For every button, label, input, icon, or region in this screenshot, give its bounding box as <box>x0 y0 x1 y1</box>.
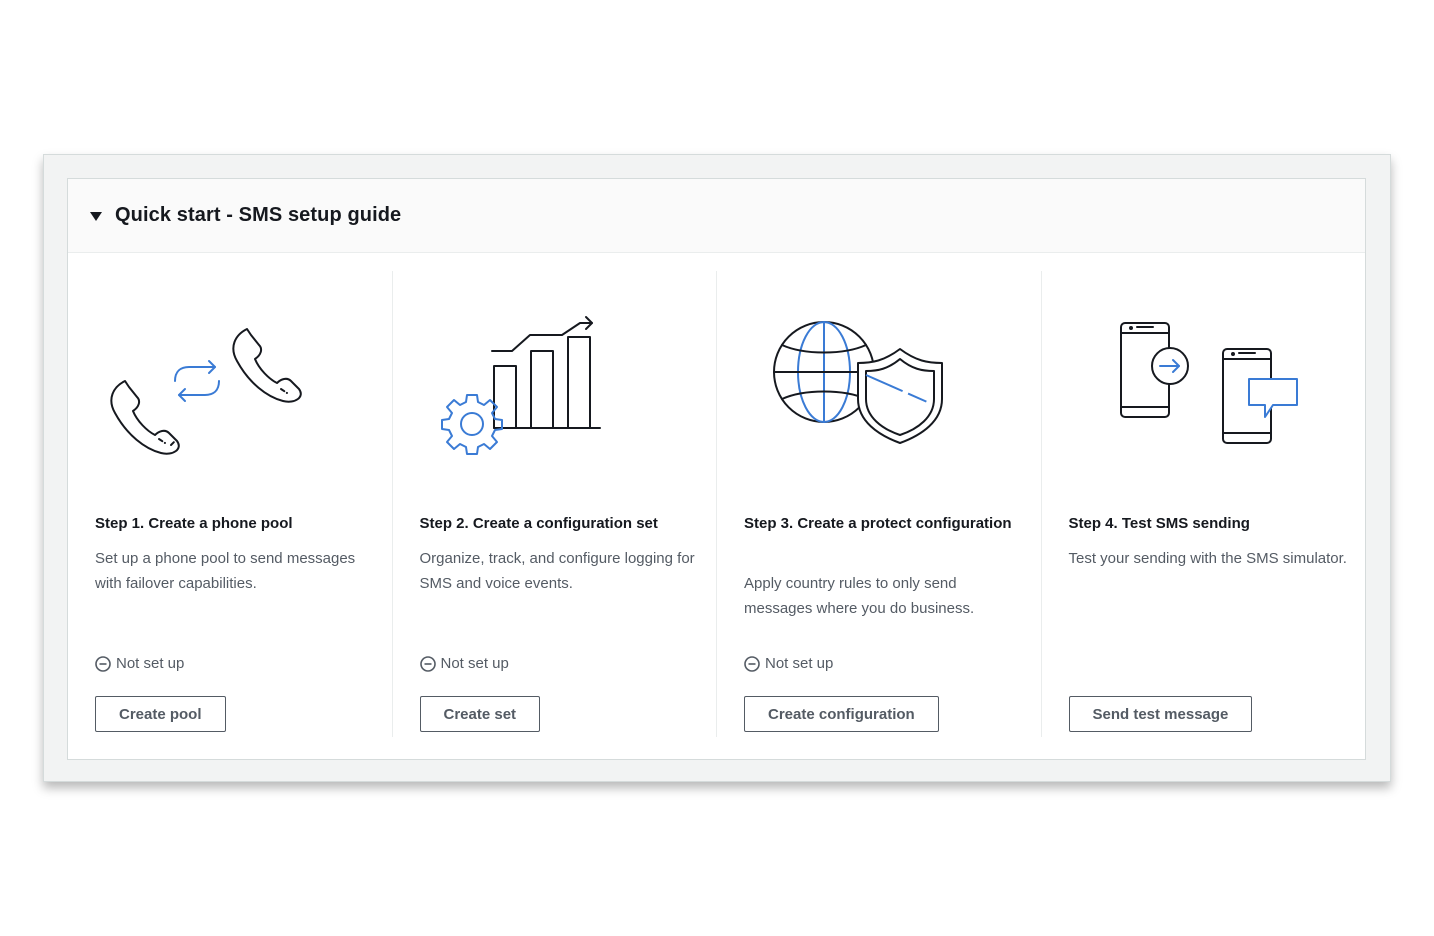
step-2-description: Organize, track, and configure logging f… <box>419 550 695 592</box>
steps-row: Step 1. Create a phone pool Set up a pho… <box>68 271 1365 737</box>
quick-start-panel: Quick start - SMS setup guide Step 1. Cr… <box>67 178 1366 760</box>
create-set-button[interactable]: Create set <box>419 696 541 732</box>
status-not-set-up-icon <box>419 655 436 672</box>
step-4-description: Test your sending with the SMS simulator… <box>1068 550 1347 567</box>
caret-down-icon[interactable] <box>90 211 102 221</box>
step-2-status-label: Not set up <box>440 655 509 672</box>
status-not-set-up-icon <box>744 655 760 672</box>
status-not-set-up-icon <box>95 655 111 672</box>
create-pool-button[interactable]: Create pool <box>95 696 226 732</box>
step-1-status-label: Not set up <box>116 655 185 672</box>
step-1-description: Set up a phone pool to send messages wit… <box>95 550 356 592</box>
send-test-message-button[interactable]: Send test message <box>1068 696 1253 732</box>
step-2-status: Not set up <box>419 655 509 672</box>
step-3-title: Step 3. Create a protect configuration <box>744 515 1012 532</box>
step-3-status: Not set up <box>744 655 833 672</box>
step-4-title: Step 4. Test SMS sending <box>1068 515 1250 532</box>
quick-start-header[interactable]: Quick start - SMS setup guide <box>68 179 1365 253</box>
configuration-set-icon <box>440 316 601 455</box>
step-card-test-sms: Step 4. Test SMS sending Test your sendi… <box>1040 271 1366 737</box>
step-1-title: Step 1. Create a phone pool <box>95 515 293 532</box>
panel-title: Quick start - SMS setup guide <box>115 204 402 226</box>
test-sms-icon <box>1119 322 1298 444</box>
phone-pool-icon <box>110 328 302 455</box>
globe-shield-icon <box>773 321 943 444</box>
create-configuration-button[interactable]: Create configuration <box>744 696 939 732</box>
step-card-phone-pool: Step 1. Create a phone pool Set up a pho… <box>68 271 392 737</box>
step-3-description: Apply country rules to only send message… <box>744 575 975 617</box>
step-2-title: Step 2. Create a configuration set <box>419 515 658 532</box>
screenshot-frame: Quick start - SMS setup guide Step 1. Cr… <box>43 154 1391 782</box>
step-3-status-label: Not set up <box>765 655 834 672</box>
step-card-protect-configuration: Step 3. Create a protect configuration A… <box>716 271 1041 737</box>
step-1-status: Not set up <box>95 655 184 672</box>
step-card-configuration-set: Step 2. Create a configuration set Organ… <box>391 271 717 737</box>
